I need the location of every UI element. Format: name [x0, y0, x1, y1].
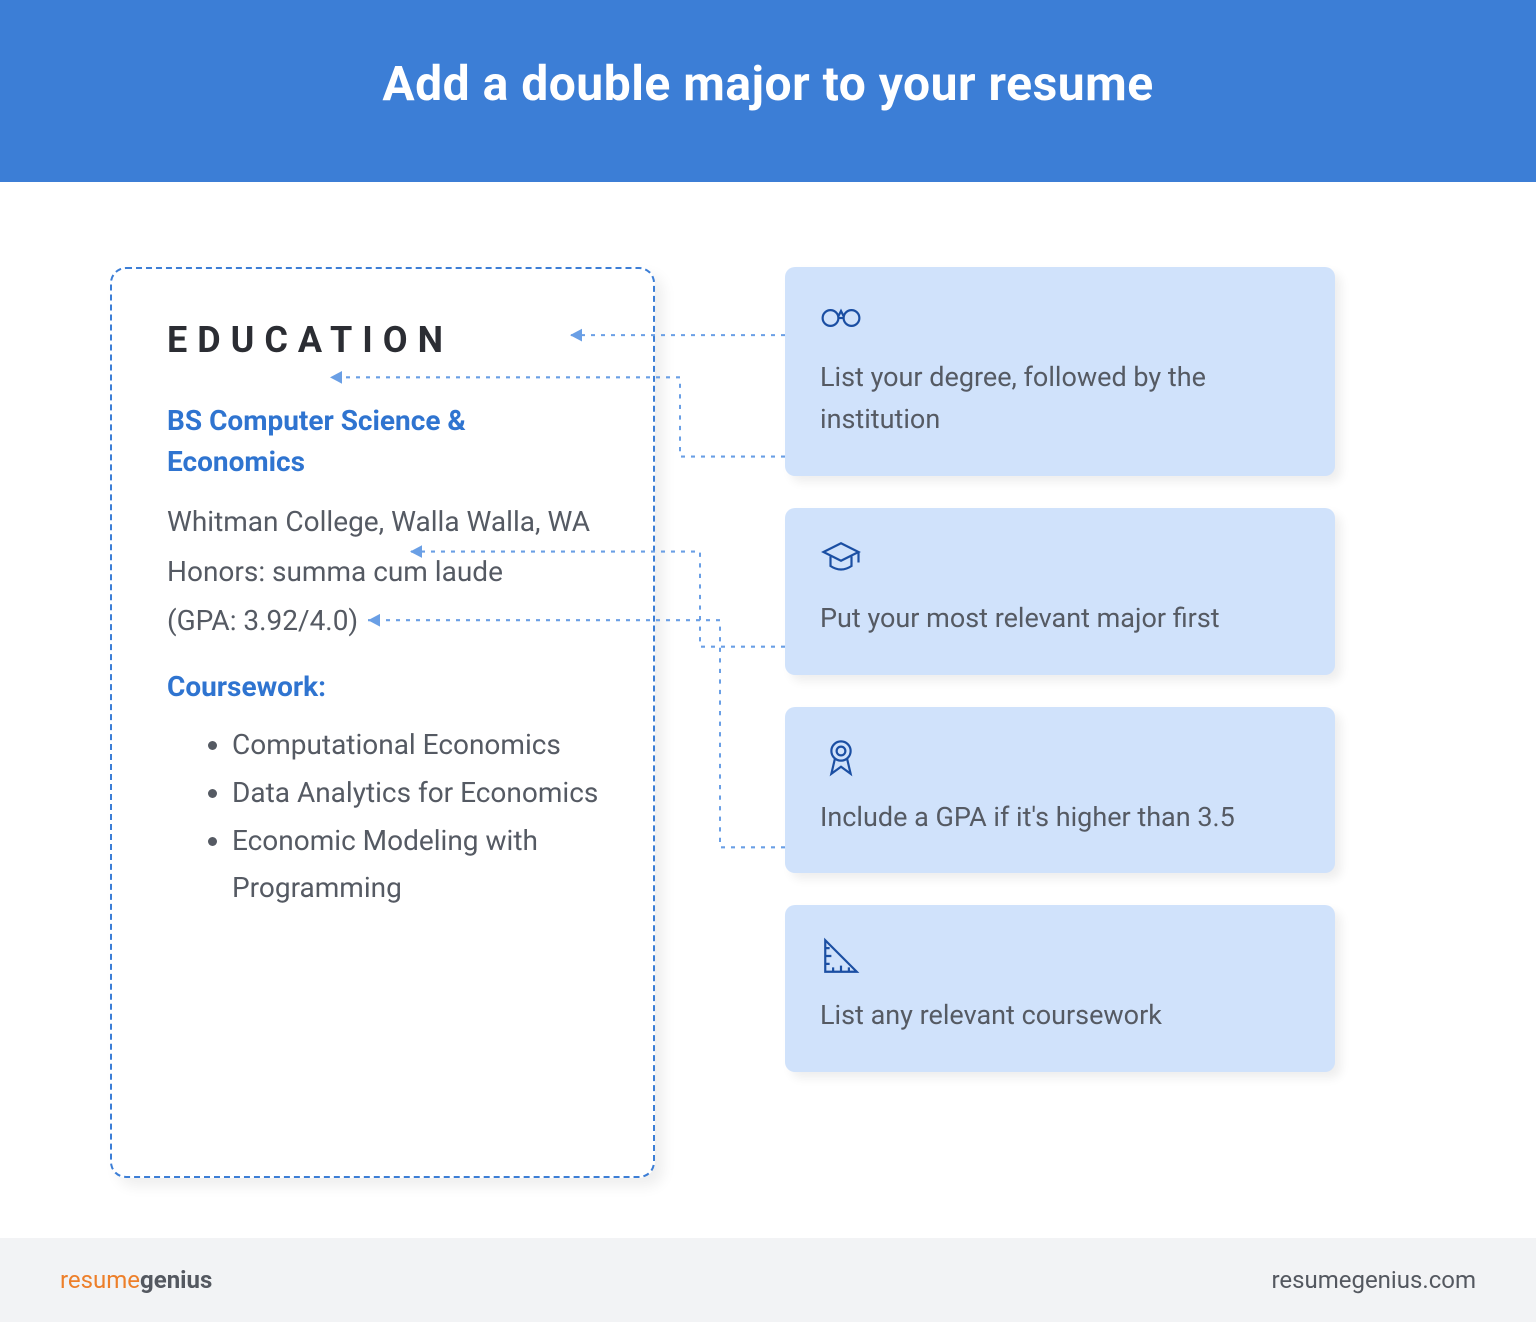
logo-part-2: genius [140, 1266, 212, 1294]
gpa-text: (GPA: 3.92/4.0) [167, 599, 603, 642]
tip-text: List your degree, followed by the instit… [820, 357, 1300, 441]
logo-part-1: resume [60, 1266, 140, 1294]
degree-title: BS Computer Science & Economics [167, 401, 603, 482]
coursework-label: Coursework: [167, 670, 603, 703]
tip-text: Include a GPA if it's higher than 3.5 [820, 797, 1300, 839]
diploma-icon [820, 297, 1300, 339]
tip-text: Put your most relevant major first [820, 598, 1300, 640]
tip-card-degree: List your degree, followed by the instit… [785, 267, 1335, 476]
brand-logo: resumegenius [60, 1266, 212, 1294]
header-banner: Add a double major to your resume [0, 0, 1536, 182]
tip-text: List any relevant coursework [820, 995, 1300, 1037]
education-section-heading: EDUCATION [167, 319, 603, 361]
honors-text: Honors: summa cum laude [167, 550, 603, 593]
award-ribbon-icon [820, 737, 1300, 779]
tip-card-gpa: Include a GPA if it's higher than 3.5 [785, 707, 1335, 874]
coursework-item: Data Analytics for Economics [232, 769, 603, 817]
coursework-item: Economic Modeling with Programming [232, 817, 603, 912]
page: Add a double major to your resume EDUCAT… [0, 0, 1536, 1322]
education-example-card: EDUCATION BS Computer Science & Economic… [110, 267, 655, 1178]
coursework-list: Computational Economics Data Analytics f… [167, 721, 603, 911]
ruler-triangle-icon [820, 935, 1300, 977]
content-area: EDUCATION BS Computer Science & Economic… [0, 182, 1536, 1238]
coursework-item: Computational Economics [232, 721, 603, 769]
tip-card-major: Put your most relevant major first [785, 508, 1335, 675]
footer: resumegenius resumegenius.com [0, 1238, 1536, 1322]
footer-url: resumegenius.com [1271, 1266, 1476, 1294]
tip-card-coursework: List any relevant coursework [785, 905, 1335, 1072]
graduation-cap-icon [820, 538, 1300, 580]
page-title: Add a double major to your resume [40, 55, 1496, 112]
tips-column: List your degree, followed by the instit… [785, 267, 1335, 1178]
institution-text: Whitman College, Walla Walla, WA [167, 500, 603, 543]
